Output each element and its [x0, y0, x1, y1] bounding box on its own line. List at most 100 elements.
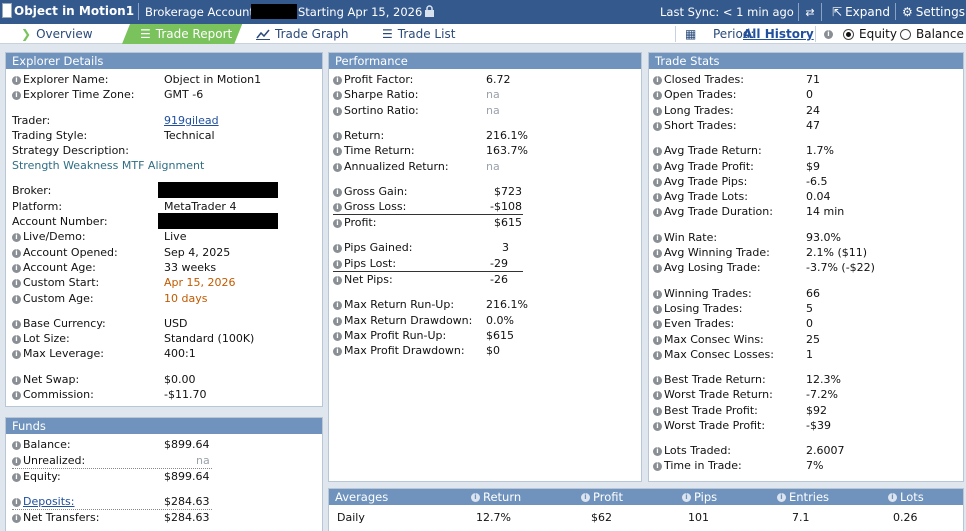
balance-radio[interactable] [900, 28, 911, 40]
info-icon: i [333, 218, 342, 228]
max-return-runup: 216.1% [486, 298, 528, 311]
equity-radio[interactable] [843, 28, 854, 40]
max-profit-runup: $615 [486, 329, 514, 342]
annualized-return: na [486, 160, 500, 173]
closed-trades: 71 [806, 73, 820, 86]
expand-button[interactable]: ⇱ Expand [828, 0, 894, 24]
info-icon: i [12, 513, 21, 523]
row-label: Avg Trade Duration: [664, 205, 773, 218]
tab-trade-report[interactable]: ☰ Trade Report [122, 24, 242, 44]
row-label: Max Return Run-Up: [344, 298, 455, 311]
worst-trade-profit: -$39 [806, 419, 831, 432]
info-icon: i [653, 121, 662, 131]
info-icon: i [653, 207, 662, 217]
row-label: Avg Trade Profit: [664, 160, 754, 173]
balance-value: $899.64 [164, 438, 210, 451]
net-swap: $0.00 [164, 373, 196, 386]
tab-trade-graph[interactable]: Trade Graph [256, 24, 348, 44]
last-sync: Last Sync: < 1 min ago [660, 5, 794, 19]
info-icon: i [12, 390, 21, 400]
custom-age: 10 days [164, 292, 208, 305]
list-icon: ☰ [140, 27, 151, 41]
winning-trades: 66 [806, 287, 820, 300]
divider [12, 509, 212, 510]
row-label: Broker: [12, 184, 52, 197]
row-label: Sharpe Ratio: [344, 88, 419, 101]
row-label: Worst Trade Profit: [664, 419, 766, 432]
row-label: Lots Traded: [664, 444, 732, 457]
row-label: Worst Trade Return: [664, 388, 773, 401]
trader-link[interactable]: 919gilead [164, 114, 219, 128]
sortino-ratio: na [486, 104, 500, 117]
info-icon: i [12, 248, 21, 258]
row-label: Live/Demo: [23, 230, 86, 243]
settings-button[interactable]: ⚙ Settings [898, 0, 966, 24]
info-icon: i [653, 289, 662, 299]
row-label: Commission: [23, 388, 94, 401]
sharpe-ratio: na [486, 88, 500, 101]
net-transfers-value: $284.63 [164, 511, 210, 524]
row-label: Avg Trade Lots: [664, 190, 748, 203]
info-icon: i [333, 316, 342, 326]
panel-header: Trade Stats [649, 53, 963, 69]
tab-overview[interactable]: ❯ Overview [21, 24, 93, 44]
open-trades: 0 [806, 88, 813, 101]
info-icon: i [12, 263, 21, 273]
divider [138, 3, 139, 20]
return-cell: 12.7% [476, 511, 511, 524]
divider [333, 214, 523, 215]
info-icon: i [653, 406, 662, 416]
lots-cell: 0.26 [893, 511, 918, 524]
best-trade-return: 12.3% [806, 373, 841, 386]
account-age: 33 weeks [164, 261, 217, 274]
lot-size: Standard (100K) [164, 332, 255, 345]
info-icon: i [12, 278, 21, 288]
row-label: Return: [344, 129, 385, 142]
divider [895, 3, 896, 20]
pips-cell: 101 [688, 511, 709, 524]
balance-label: Balance [916, 27, 964, 41]
averages-title: Averages [335, 490, 389, 504]
max-consec-losses: 1 [806, 348, 813, 361]
row-label: Win Rate: [664, 231, 718, 244]
info-icon: i [12, 75, 21, 85]
time-in-trade: 7% [806, 459, 824, 472]
settings-label: Settings [915, 5, 965, 19]
period-selector[interactable]: All History [743, 27, 814, 41]
pips-gained: 3 [502, 241, 509, 254]
info-icon: i [333, 146, 342, 156]
app-logo [2, 3, 12, 18]
info-icon: i [682, 492, 691, 502]
entries-cell: 7.1 [792, 511, 810, 524]
info-icon: i [12, 90, 21, 100]
tab-label: Trade Report [155, 27, 233, 41]
row-label: Even Trades: [664, 317, 735, 330]
info-icon: i [333, 346, 342, 356]
tab-trade-list[interactable]: ☰ Trade List [382, 24, 455, 44]
platform: MetaTrader 4 [164, 200, 237, 213]
explorer-title: Object in Motion1 [14, 4, 135, 18]
row-label: Winning Trades: [664, 287, 752, 300]
pips-lost: -29 [490, 257, 508, 270]
equity-radio-option[interactable]: Equity [843, 24, 897, 44]
row-label: Annualized Return: [344, 160, 449, 173]
info-icon: i [653, 192, 662, 202]
info-icon: i [333, 259, 342, 269]
strategy-description: Strength Weakness MTF Alignment [12, 159, 205, 172]
base-currency: USD [164, 317, 188, 330]
row-label: Open Trades: [664, 88, 737, 101]
deposits-link[interactable]: Deposits: [23, 495, 75, 509]
net-pips: -26 [490, 273, 508, 286]
header-pips: i Pips [682, 489, 717, 505]
lots-traded: 2.6007 [806, 444, 845, 457]
info-icon: i [471, 492, 480, 502]
sync-button[interactable]: ⇄ [798, 3, 822, 21]
worst-trade-return: -7.2% [806, 388, 838, 401]
balance-radio-option[interactable]: Balance [900, 24, 964, 44]
row-label: Base Currency: [23, 317, 106, 330]
info-icon: i [777, 492, 786, 502]
row-label: Max Profit Drawdown: [344, 344, 465, 357]
trade-stats-panel: Trade Stats i Closed Trades: 71 i Open Tra… [648, 52, 964, 482]
time-return: 163.7% [486, 144, 528, 157]
tab-label: Overview [36, 27, 93, 41]
